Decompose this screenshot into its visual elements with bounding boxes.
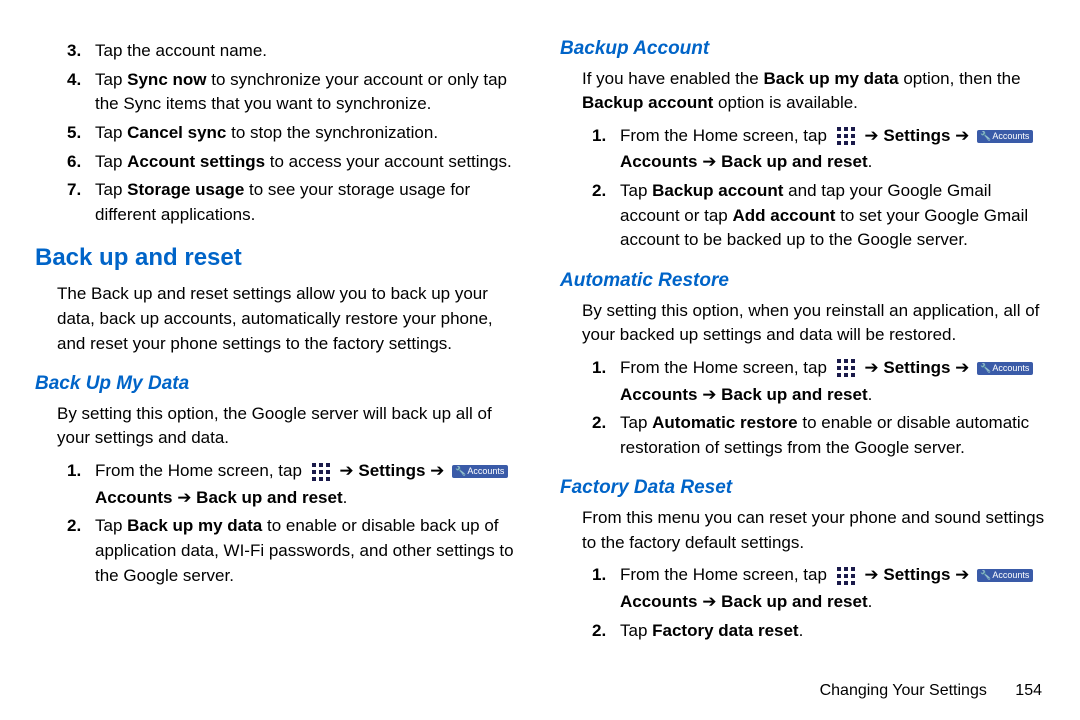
step-2: 2. Tap Backup account and tap your Googl… bbox=[592, 179, 1045, 253]
step-number: 1. bbox=[592, 124, 620, 149]
step-number: 2. bbox=[592, 179, 620, 253]
step-number: 1. bbox=[592, 356, 620, 381]
step-text: From the Home screen, tap ➔ Settings ➔ 🔧… bbox=[620, 124, 1045, 149]
heading-backup-account: Backup Account bbox=[560, 35, 1045, 63]
nav-settings: Settings bbox=[883, 126, 950, 145]
step-continuation: Accounts ➔ Back up and reset. bbox=[620, 590, 1045, 615]
accounts-icon: 🔧Accounts bbox=[452, 465, 508, 478]
nav-backup-reset: Back up and reset bbox=[721, 385, 867, 404]
step-number: 6. bbox=[67, 150, 95, 175]
apps-grid-icon bbox=[836, 358, 856, 378]
nav-prefix: From the Home screen, tap bbox=[620, 565, 827, 584]
manual-page: 3. Tap the account name. 4. Tap Sync now… bbox=[0, 0, 1080, 655]
step-number: 1. bbox=[592, 563, 620, 588]
step-text: Tap Factory data reset. bbox=[620, 619, 1045, 644]
footer-section: Changing Your Settings bbox=[820, 682, 987, 699]
heading-backup-reset: Back up and reset bbox=[35, 241, 520, 276]
step-1: 1. From the Home screen, tap ➔ Settings … bbox=[592, 563, 1045, 588]
nav-accounts: Accounts bbox=[620, 385, 697, 404]
paragraph: The Back up and reset settings allow you… bbox=[57, 282, 520, 356]
accounts-icon: 🔧Accounts bbox=[977, 130, 1033, 143]
accounts-icon: 🔧Accounts bbox=[977, 362, 1033, 375]
nav-settings: Settings bbox=[883, 565, 950, 584]
nav-accounts: Accounts bbox=[620, 592, 697, 611]
apps-grid-icon bbox=[311, 462, 331, 482]
step-text: Tap Backup account and tap your Google G… bbox=[620, 179, 1045, 253]
step-1: 1. From the Home screen, tap ➔ Settings … bbox=[67, 459, 520, 484]
step-2: 2. Tap Factory data reset. bbox=[592, 619, 1045, 644]
nav-accounts: Accounts bbox=[620, 152, 697, 171]
heading-automatic-restore: Automatic Restore bbox=[560, 267, 1045, 295]
step-5: 5. Tap Cancel sync to stop the synchroni… bbox=[67, 121, 520, 146]
heading-factory-reset: Factory Data Reset bbox=[560, 474, 1045, 502]
step-number: 4. bbox=[67, 68, 95, 117]
step-1: 1. From the Home screen, tap ➔ Settings … bbox=[592, 356, 1045, 381]
apps-grid-icon bbox=[836, 126, 856, 146]
step-4: 4. Tap Sync now to synchronize your acco… bbox=[67, 68, 520, 117]
nav-prefix: From the Home screen, tap bbox=[620, 126, 827, 145]
step-number: 1. bbox=[67, 459, 95, 484]
step-text: From the Home screen, tap ➔ Settings ➔ 🔧… bbox=[95, 459, 520, 484]
paragraph: If you have enabled the Back up my data … bbox=[582, 67, 1045, 116]
step-number: 7. bbox=[67, 178, 95, 227]
step-number: 2. bbox=[592, 411, 620, 460]
step-text: From the Home screen, tap ➔ Settings ➔ 🔧… bbox=[620, 356, 1045, 381]
apps-grid-icon bbox=[836, 566, 856, 586]
step-6: 6. Tap Account settings to access your a… bbox=[67, 150, 520, 175]
step-continuation: Accounts ➔ Back up and reset. bbox=[620, 383, 1045, 408]
page-footer: Changing Your Settings 154 bbox=[820, 679, 1042, 702]
paragraph: By setting this option, when you reinsta… bbox=[582, 299, 1045, 348]
nav-backup-reset: Back up and reset bbox=[196, 488, 342, 507]
step-number: 3. bbox=[67, 39, 95, 64]
nav-settings: Settings bbox=[358, 461, 425, 480]
step-text: Tap Back up my data to enable or disable… bbox=[95, 514, 520, 588]
nav-prefix: From the Home screen, tap bbox=[620, 358, 827, 377]
step-text: Tap Sync now to synchronize your account… bbox=[95, 68, 520, 117]
step-2: 2. Tap Automatic restore to enable or di… bbox=[592, 411, 1045, 460]
step-text: Tap Storage usage to see your storage us… bbox=[95, 178, 520, 227]
nav-settings: Settings bbox=[883, 358, 950, 377]
right-column: Backup Account If you have enabled the B… bbox=[560, 35, 1045, 645]
left-column: 3. Tap the account name. 4. Tap Sync now… bbox=[35, 35, 520, 645]
step-7: 7. Tap Storage usage to see your storage… bbox=[67, 178, 520, 227]
step-continuation: Accounts ➔ Back up and reset. bbox=[95, 486, 520, 511]
step-3: 3. Tap the account name. bbox=[67, 39, 520, 64]
step-text: Tap Cancel sync to stop the synchronizat… bbox=[95, 121, 520, 146]
nav-accounts: Accounts bbox=[95, 488, 172, 507]
nav-prefix: From the Home screen, tap bbox=[95, 461, 302, 480]
paragraph: By setting this option, the Google serve… bbox=[57, 402, 520, 451]
step-1: 1. From the Home screen, tap ➔ Settings … bbox=[592, 124, 1045, 149]
step-number: 2. bbox=[592, 619, 620, 644]
step-text: From the Home screen, tap ➔ Settings ➔ 🔧… bbox=[620, 563, 1045, 588]
page-number: 154 bbox=[1015, 682, 1042, 699]
step-text: Tap the account name. bbox=[95, 39, 520, 64]
heading-backup-my-data: Back Up My Data bbox=[35, 370, 520, 398]
nav-backup-reset: Back up and reset bbox=[721, 592, 867, 611]
step-number: 5. bbox=[67, 121, 95, 146]
step-text: Tap Automatic restore to enable or disab… bbox=[620, 411, 1045, 460]
accounts-icon: 🔧Accounts bbox=[977, 569, 1033, 582]
paragraph: From this menu you can reset your phone … bbox=[582, 506, 1045, 555]
step-2: 2. Tap Back up my data to enable or disa… bbox=[67, 514, 520, 588]
step-continuation: Accounts ➔ Back up and reset. bbox=[620, 150, 1045, 175]
step-number: 2. bbox=[67, 514, 95, 588]
step-text: Tap Account settings to access your acco… bbox=[95, 150, 520, 175]
nav-backup-reset: Back up and reset bbox=[721, 152, 867, 171]
